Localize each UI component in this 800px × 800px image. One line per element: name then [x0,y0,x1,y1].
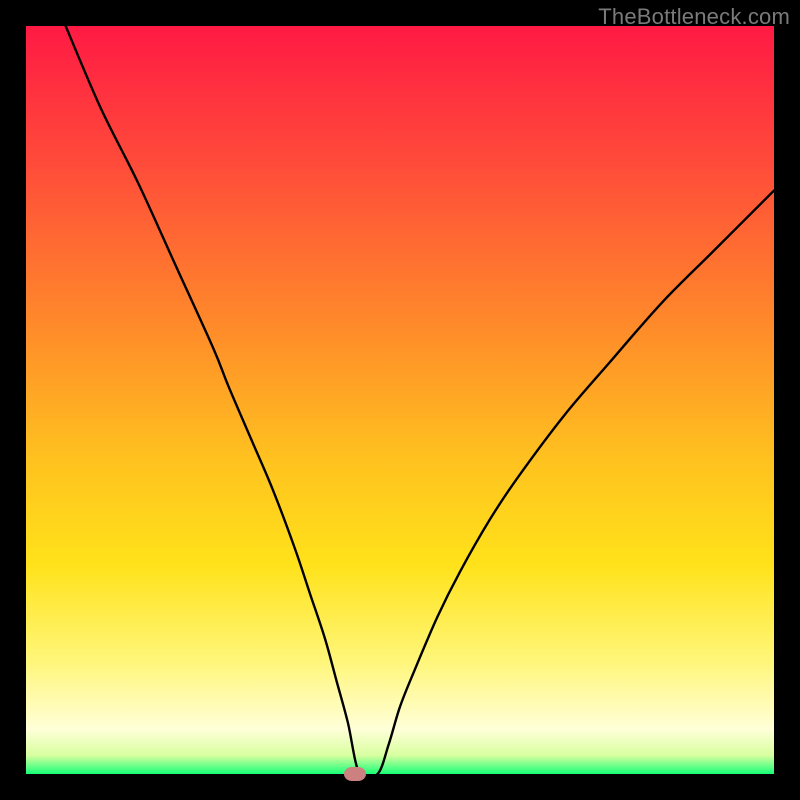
plot-area [26,26,774,774]
chart-stage: TheBottleneck.com [0,0,800,800]
bottleneck-curve [26,26,774,774]
optimum-marker [344,767,366,781]
watermark-text: TheBottleneck.com [598,4,790,30]
